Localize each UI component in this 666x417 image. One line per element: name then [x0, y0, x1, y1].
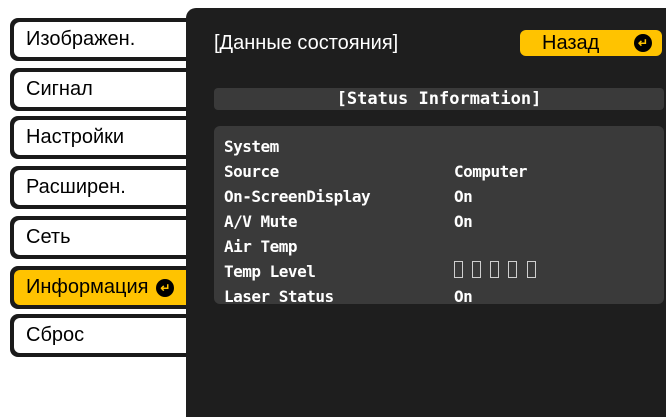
temp-level-indicator	[454, 261, 536, 282]
info-row-temp-level: Temp Level	[224, 259, 536, 284]
menu-item-information[interactable]: Информация ↵	[10, 266, 200, 309]
info-row-system: System	[224, 134, 454, 159]
info-key: Temp Level	[224, 262, 316, 281]
info-key: Air Temp	[224, 237, 298, 256]
info-key: Laser Status	[224, 287, 334, 306]
status-info-list: System Source Computer On-ScreenDisplay …	[214, 126, 664, 306]
menu-item-signal[interactable]: Сигнал	[10, 68, 200, 111]
menu-item-label: Расширен.	[26, 176, 126, 198]
info-key: On-ScreenDisplay	[224, 187, 371, 206]
menu-item-label: Настройки	[26, 126, 125, 148]
info-key: A/V Mute	[224, 212, 298, 231]
info-key: System	[224, 137, 279, 156]
section-header: [Status Information]	[214, 88, 664, 110]
info-row-av-mute: A/V Mute On	[224, 209, 473, 234]
info-key: Source	[224, 162, 279, 181]
menu-item-label: Сеть	[26, 226, 71, 248]
projector-menu-screen: Изображен. Сигнал Настройки Расширен. Се…	[0, 0, 666, 417]
menu-item-label: Сигнал	[26, 78, 93, 100]
info-row-osd: On-ScreenDisplay On	[224, 184, 473, 209]
temp-level-cell	[490, 261, 500, 278]
menu-item-extended[interactable]: Расширен.	[10, 166, 200, 209]
menu-item-network[interactable]: Сеть	[10, 216, 200, 259]
menu-item-label: Изображен.	[26, 28, 136, 50]
info-row-source: Source Computer	[224, 159, 528, 184]
menu-item-label: Информация	[26, 276, 149, 298]
info-value: On	[454, 187, 473, 206]
panel-title: [Данные состояния]	[214, 32, 399, 54]
info-value: On	[454, 287, 473, 306]
menu-item-settings[interactable]: Настройки	[10, 116, 200, 159]
back-button[interactable]: Назад ↵	[520, 30, 662, 56]
info-value: On	[454, 212, 473, 231]
menu-item-image[interactable]: Изображен.	[10, 18, 200, 61]
menu-item-reset[interactable]: Сброс	[10, 314, 200, 357]
temp-level-cell	[454, 261, 463, 278]
info-value: Computer	[454, 162, 528, 181]
enter-return-icon: ↵	[156, 278, 175, 297]
enter-return-icon: ↵	[634, 34, 652, 52]
temp-level-cell	[526, 261, 536, 278]
info-row-air-temp: Air Temp	[224, 234, 454, 259]
info-row-laser-status: Laser Status On	[224, 284, 473, 309]
temp-level-cell	[508, 261, 518, 278]
info-panel: [Данные состояния] Назад ↵ [Status Infor…	[186, 8, 666, 417]
temp-level-cell	[472, 261, 482, 278]
menu-item-label: Сброс	[26, 324, 85, 346]
back-button-label: Назад	[542, 31, 600, 54]
